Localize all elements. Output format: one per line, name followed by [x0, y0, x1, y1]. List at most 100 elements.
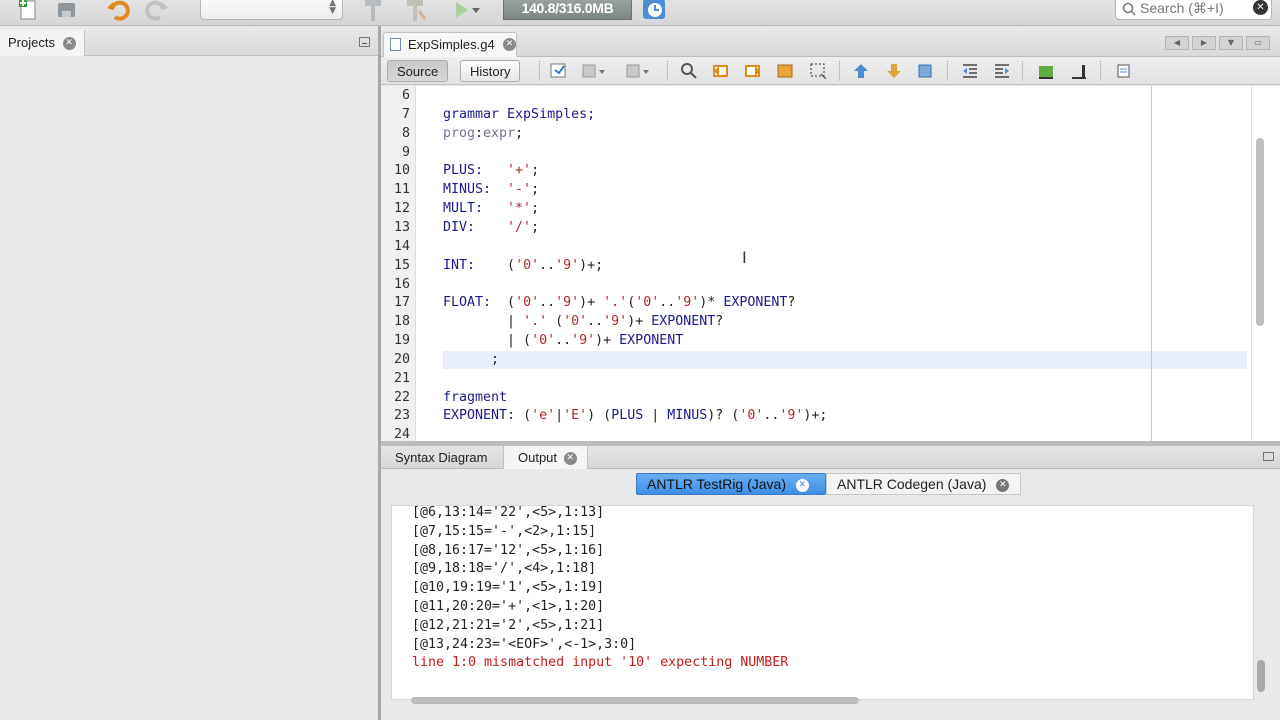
code-token: | [443, 314, 524, 330]
tab-expsimples[interactable]: ExpSimples.g4 ✕ [383, 32, 517, 57]
code-token: '9' [603, 314, 628, 330]
output-panel: ANTLR TestRig (Java) ✕ ANTLR Codegen (Ja… [381, 469, 1280, 720]
find-previous-icon[interactable] [712, 62, 730, 79]
tab-projects[interactable]: Projects ✕ [0, 30, 85, 56]
scroll-thumb[interactable] [1256, 138, 1264, 326]
build-hammer-icon[interactable] [360, 0, 386, 23]
error-line: line 1:0 mismatched input '10' expecting… [412, 655, 789, 671]
code-line[interactable]: MINUS: '-'; [443, 182, 539, 197]
code-token: '0' [531, 333, 556, 349]
code-token: )+; [579, 257, 604, 273]
tab-antlr-codegen[interactable]: ANTLR Codegen (Java) ✕ [826, 473, 1021, 495]
close-icon[interactable]: ✕ [62, 37, 76, 51]
forward-icon[interactable] [625, 62, 651, 79]
line-number: 9 [401, 144, 410, 160]
code-editor[interactable]: 6 7 8 9 10 11 12 13 14 15 16 17 18 19 20 21 22 23 24 gramm… [381, 86, 1280, 442]
projects-panel-header: Projects ✕ [0, 30, 378, 56]
minimize-icon[interactable] [1263, 452, 1274, 461]
code-token: '/' [507, 219, 532, 235]
code-token: : [475, 125, 484, 141]
code-line[interactable]: | '.' ('0'..'9')+ EXPONENT? [443, 314, 723, 329]
scroll-right-icon[interactable]: ▶ [1192, 36, 1216, 50]
start-macro-icon[interactable] [1037, 62, 1055, 79]
toggle-bookmark-icon[interactable] [917, 62, 935, 79]
code-line[interactable]: PLUS: '+'; [443, 163, 539, 178]
memory-indicator[interactable]: 140.8/316.0MB [503, 0, 632, 20]
code-line[interactable]: DIV: '/'; [443, 220, 539, 235]
tab-list-icon[interactable]: ▼ [1219, 36, 1243, 50]
code-token: prog [443, 125, 476, 141]
file-icon [390, 38, 401, 51]
line-number: 10 [393, 163, 410, 179]
line-number: 7 [401, 106, 410, 122]
source-button[interactable]: Source [387, 60, 449, 82]
history-button[interactable]: History [460, 60, 521, 82]
next-bookmark-icon[interactable] [885, 62, 903, 79]
code-token: ( [523, 408, 532, 424]
configuration-select[interactable]: ▲ ▼ [200, 0, 343, 20]
find-icon[interactable] [680, 62, 698, 79]
minimize-icon[interactable] [359, 37, 370, 47]
line-number: 22 [393, 389, 410, 405]
shift-left-icon[interactable] [961, 62, 979, 79]
code-token: '0' [563, 314, 588, 330]
redo-icon[interactable] [144, 0, 170, 23]
code-token: ( [507, 257, 516, 273]
output-console[interactable]: [@6,13:14='22',<5>,1:13] [@7,15:15='-',<2… [391, 505, 1265, 700]
rectangular-selection-icon[interactable] [809, 62, 827, 79]
code-line[interactable]: prog:expr; [443, 126, 523, 141]
code-token: ; [531, 163, 540, 179]
code-line[interactable]: | ('0'..'9')+ EXPONENT [443, 333, 683, 348]
tab-syntax-diagram[interactable]: Syntax Diagram [381, 446, 497, 469]
toolbar-separator [839, 61, 840, 81]
save-all-icon[interactable] [54, 0, 80, 23]
text-cursor-icon: I [742, 248, 747, 267]
code-line[interactable]: grammar ExpSimples; [443, 107, 595, 122]
new-file-icon[interactable] [15, 0, 41, 23]
code-token: '0' [739, 408, 764, 424]
editor-vertical-scrollbar[interactable] [1251, 86, 1267, 441]
code-line[interactable]: EXPONENT: ('e'|'E') (PLUS | MINUS)? ('0'… [443, 408, 827, 423]
scroll-left-icon[interactable]: ◀ [1165, 36, 1189, 50]
close-icon[interactable]: ✕ [563, 452, 577, 466]
garbage-collect-icon[interactable] [641, 0, 667, 21]
output-tab-label: Output [518, 450, 558, 465]
search-box[interactable]: Search (⌘+I) ✕ [1115, 0, 1272, 20]
comment-icon[interactable] [1115, 62, 1133, 79]
tab-antlr-testrig[interactable]: ANTLR TestRig (Java) ✕ [636, 473, 826, 495]
current-line-highlight [443, 351, 1247, 369]
shift-right-icon[interactable] [993, 62, 1011, 79]
code-line[interactable]: MULT: '*'; [443, 201, 539, 216]
find-next-icon[interactable] [744, 62, 762, 79]
previous-bookmark-icon[interactable] [852, 62, 870, 79]
last-edit-icon[interactable] [549, 62, 567, 79]
code-line[interactable]: fragment [443, 390, 507, 405]
close-icon[interactable]: ✕ [795, 478, 809, 492]
code-line[interactable]: INT: ('0'..'9')+; [443, 258, 603, 273]
maximize-icon[interactable]: ▭ [1246, 36, 1270, 50]
toolbar-separator [947, 61, 948, 81]
line-number: 21 [393, 370, 410, 386]
clear-search-icon[interactable]: ✕ [1253, 0, 1268, 15]
close-icon[interactable]: ✕ [503, 38, 516, 51]
tab-output[interactable]: Output ✕ [503, 446, 588, 469]
right-margin-line [1151, 86, 1152, 441]
close-icon[interactable]: ✕ [996, 478, 1010, 492]
output-line: [@9,18:18='/',<4>,1:18] [412, 561, 597, 577]
output-horizontal-scroll-thumb[interactable] [411, 697, 859, 704]
run-dropdown-icon[interactable] [468, 0, 484, 23]
toggle-highlight-icon[interactable] [776, 62, 794, 79]
back-icon[interactable] [581, 62, 607, 79]
code-token: )+ [579, 295, 604, 311]
output-vertical-scroll-thumb[interactable] [1257, 660, 1265, 692]
code-token: expr [483, 125, 516, 141]
line-number: 19 [393, 333, 410, 349]
clean-build-icon[interactable] [402, 0, 428, 23]
undo-icon[interactable] [105, 0, 131, 23]
projects-panel: Projects ✕ [0, 30, 378, 720]
stop-macro-icon[interactable] [1070, 62, 1088, 79]
toolbar-separator [667, 61, 668, 81]
line-number: 15 [393, 257, 410, 273]
code-line[interactable]: ; [443, 352, 499, 367]
code-line[interactable]: FLOAT: ('0'..'9')+ '.'('0'..'9')* EXPONE… [443, 295, 795, 310]
